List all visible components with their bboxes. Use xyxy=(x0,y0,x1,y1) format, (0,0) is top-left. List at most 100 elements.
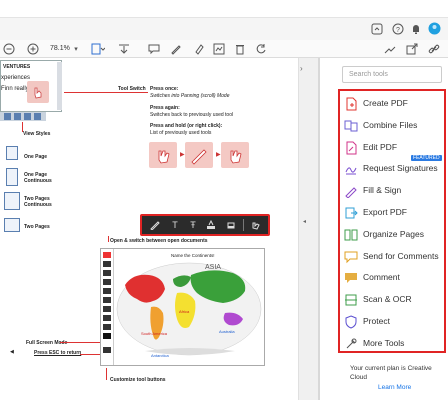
callout-line xyxy=(64,92,148,93)
more-tools-icon xyxy=(344,337,358,351)
view-thumb-icon[interactable] xyxy=(4,113,11,120)
color-swatch[interactable] xyxy=(103,252,111,258)
top-bar: ? xyxy=(0,18,448,40)
arrow-right-icon: ▶ xyxy=(180,152,185,158)
help-icon[interactable]: ? xyxy=(392,23,404,35)
color-swatch[interactable] xyxy=(103,333,111,339)
fill-sign-icon xyxy=(344,184,358,199)
protect-icon xyxy=(344,315,358,329)
home-icon[interactable] xyxy=(371,23,383,35)
tool-item-send-comments[interactable]: Send for Comments xyxy=(340,247,439,267)
map-label-antarctica: Antarctica xyxy=(151,353,170,358)
view-two-pages: Continuous xyxy=(24,202,52,208)
tool-item-comment[interactable]: Comment xyxy=(340,268,436,288)
tool-item-label: More Tools xyxy=(363,337,405,348)
tool-item-more-tools[interactable]: More Tools xyxy=(340,334,436,354)
scan-ocr-icon xyxy=(344,293,358,307)
bell-icon[interactable] xyxy=(410,23,422,35)
arrow-left-icon: ◀ xyxy=(10,349,14,355)
tool-item-label: Scan & OCR xyxy=(363,294,412,305)
page-display-icon[interactable] xyxy=(91,43,106,55)
press-hold-title: Press and hold (or right click): xyxy=(150,123,223,129)
tool-item-label: Comment xyxy=(363,272,400,283)
color-swatch[interactable] xyxy=(103,270,111,276)
tool-item-request-signatures[interactable]: Request Signatures xyxy=(340,159,438,179)
tool-item-label: Organize Pages xyxy=(363,228,424,239)
text-box-icon[interactable]: Ŧ xyxy=(188,219,198,231)
tool-item-create-pdf[interactable]: Create PDF xyxy=(340,94,436,114)
view-thumb-icon[interactable] xyxy=(14,113,21,120)
thumbnail-view-bar xyxy=(0,112,46,121)
document-page[interactable]: VENTURES xperiences Finn really View Sty… xyxy=(0,58,298,400)
tool-item-fill-sign[interactable]: Fill & Sign xyxy=(340,181,436,201)
press-again-text: Switches back to previously used tool xyxy=(150,112,234,118)
request-signatures-icon xyxy=(344,162,358,176)
sign-icon[interactable] xyxy=(384,43,396,55)
thumb-heading: VENTURES xyxy=(3,64,31,70)
highlighter-icon[interactable] xyxy=(193,43,205,55)
thumb-scrollbar[interactable] xyxy=(57,62,62,110)
chevron-right-icon[interactable]: › xyxy=(300,64,303,73)
delete-icon[interactable] xyxy=(234,43,246,55)
tool-item-label: Edit PDF xyxy=(363,141,398,152)
svg-text:?: ? xyxy=(396,27,400,34)
tool-item-label: Protect xyxy=(363,316,390,326)
text-icon[interactable]: T xyxy=(170,219,180,231)
callout-line xyxy=(60,342,100,343)
color-swatch[interactable] xyxy=(103,324,111,330)
tool-switch-icon[interactable] xyxy=(250,220,260,230)
tool-item-protect[interactable]: Protect xyxy=(340,312,436,332)
link-icon[interactable] xyxy=(428,43,440,55)
zoom-out-icon[interactable] xyxy=(3,43,15,55)
zoom-level[interactable]: 78.1% xyxy=(50,45,70,52)
map-label-asia: ASIA xyxy=(205,264,221,271)
highlight-text-icon[interactable] xyxy=(206,219,216,230)
tool-item-combine-files[interactable]: Combine Files xyxy=(340,116,436,136)
send-comments-icon xyxy=(344,250,358,264)
chevron-down-icon[interactable]: ▾ xyxy=(72,44,80,54)
stamp-icon[interactable] xyxy=(213,43,225,55)
color-swatch[interactable] xyxy=(103,306,111,312)
color-swatch[interactable] xyxy=(103,315,111,321)
download-icon[interactable] xyxy=(118,43,130,55)
rotate-icon[interactable] xyxy=(255,43,267,55)
pen-icon[interactable] xyxy=(170,43,182,55)
tool-item-organize-pages[interactable]: Organize Pages xyxy=(340,225,436,245)
main-toolbar: 78.1% ▾ xyxy=(0,40,448,58)
press-again-title: Press again: xyxy=(150,105,180,111)
learn-more-link[interactable]: Learn More xyxy=(378,384,411,391)
view-thumb-icon[interactable] xyxy=(34,113,41,120)
comment-icon xyxy=(344,271,358,285)
edit-pdf-icon xyxy=(344,141,358,155)
two-pages-continuous-icon xyxy=(4,192,20,210)
eraser-icon[interactable] xyxy=(226,220,236,230)
view-thumb-icon[interactable] xyxy=(24,113,31,120)
callout-line xyxy=(108,236,109,242)
callout-line xyxy=(80,354,100,355)
color-swatch[interactable] xyxy=(103,297,111,303)
quick-tools-bar: T Ŧ xyxy=(140,214,270,236)
search-tools-input[interactable]: Search tools xyxy=(342,66,442,83)
color-swatch[interactable] xyxy=(103,288,111,294)
pen-icon[interactable] xyxy=(150,220,160,231)
tool-item-scan-ocr[interactable]: Scan & OCR xyxy=(340,290,436,310)
comment-icon[interactable] xyxy=(148,43,160,55)
press-hold-text: List of previously used tools xyxy=(150,130,212,136)
color-swatch[interactable] xyxy=(103,279,111,285)
tools-panel: Search tools Create PDF Combine Files Edit… xyxy=(320,58,448,400)
zoom-in-icon[interactable] xyxy=(27,43,39,55)
callout-line xyxy=(106,368,107,380)
avatar-icon[interactable] xyxy=(428,22,441,35)
world-map-image: Name the Continents! ASIA Africa South A… xyxy=(100,248,265,366)
scrollbar[interactable]: ◂ xyxy=(303,218,306,225)
color-swatch[interactable] xyxy=(103,261,111,267)
combine-files-icon xyxy=(344,119,358,133)
open-switch-text: Open & switch between open documents xyxy=(110,238,208,244)
view-one-page-cont: Continuous xyxy=(24,178,52,184)
window-title-bar xyxy=(0,0,448,18)
tool-item-export-pdf[interactable]: Export PDF xyxy=(340,203,436,223)
map-drawing: ASIA Africa South America Australia Anta… xyxy=(116,262,262,358)
search-placeholder: Search tools xyxy=(349,71,388,78)
share-icon[interactable] xyxy=(406,43,418,55)
color-swatch[interactable] xyxy=(103,347,111,353)
